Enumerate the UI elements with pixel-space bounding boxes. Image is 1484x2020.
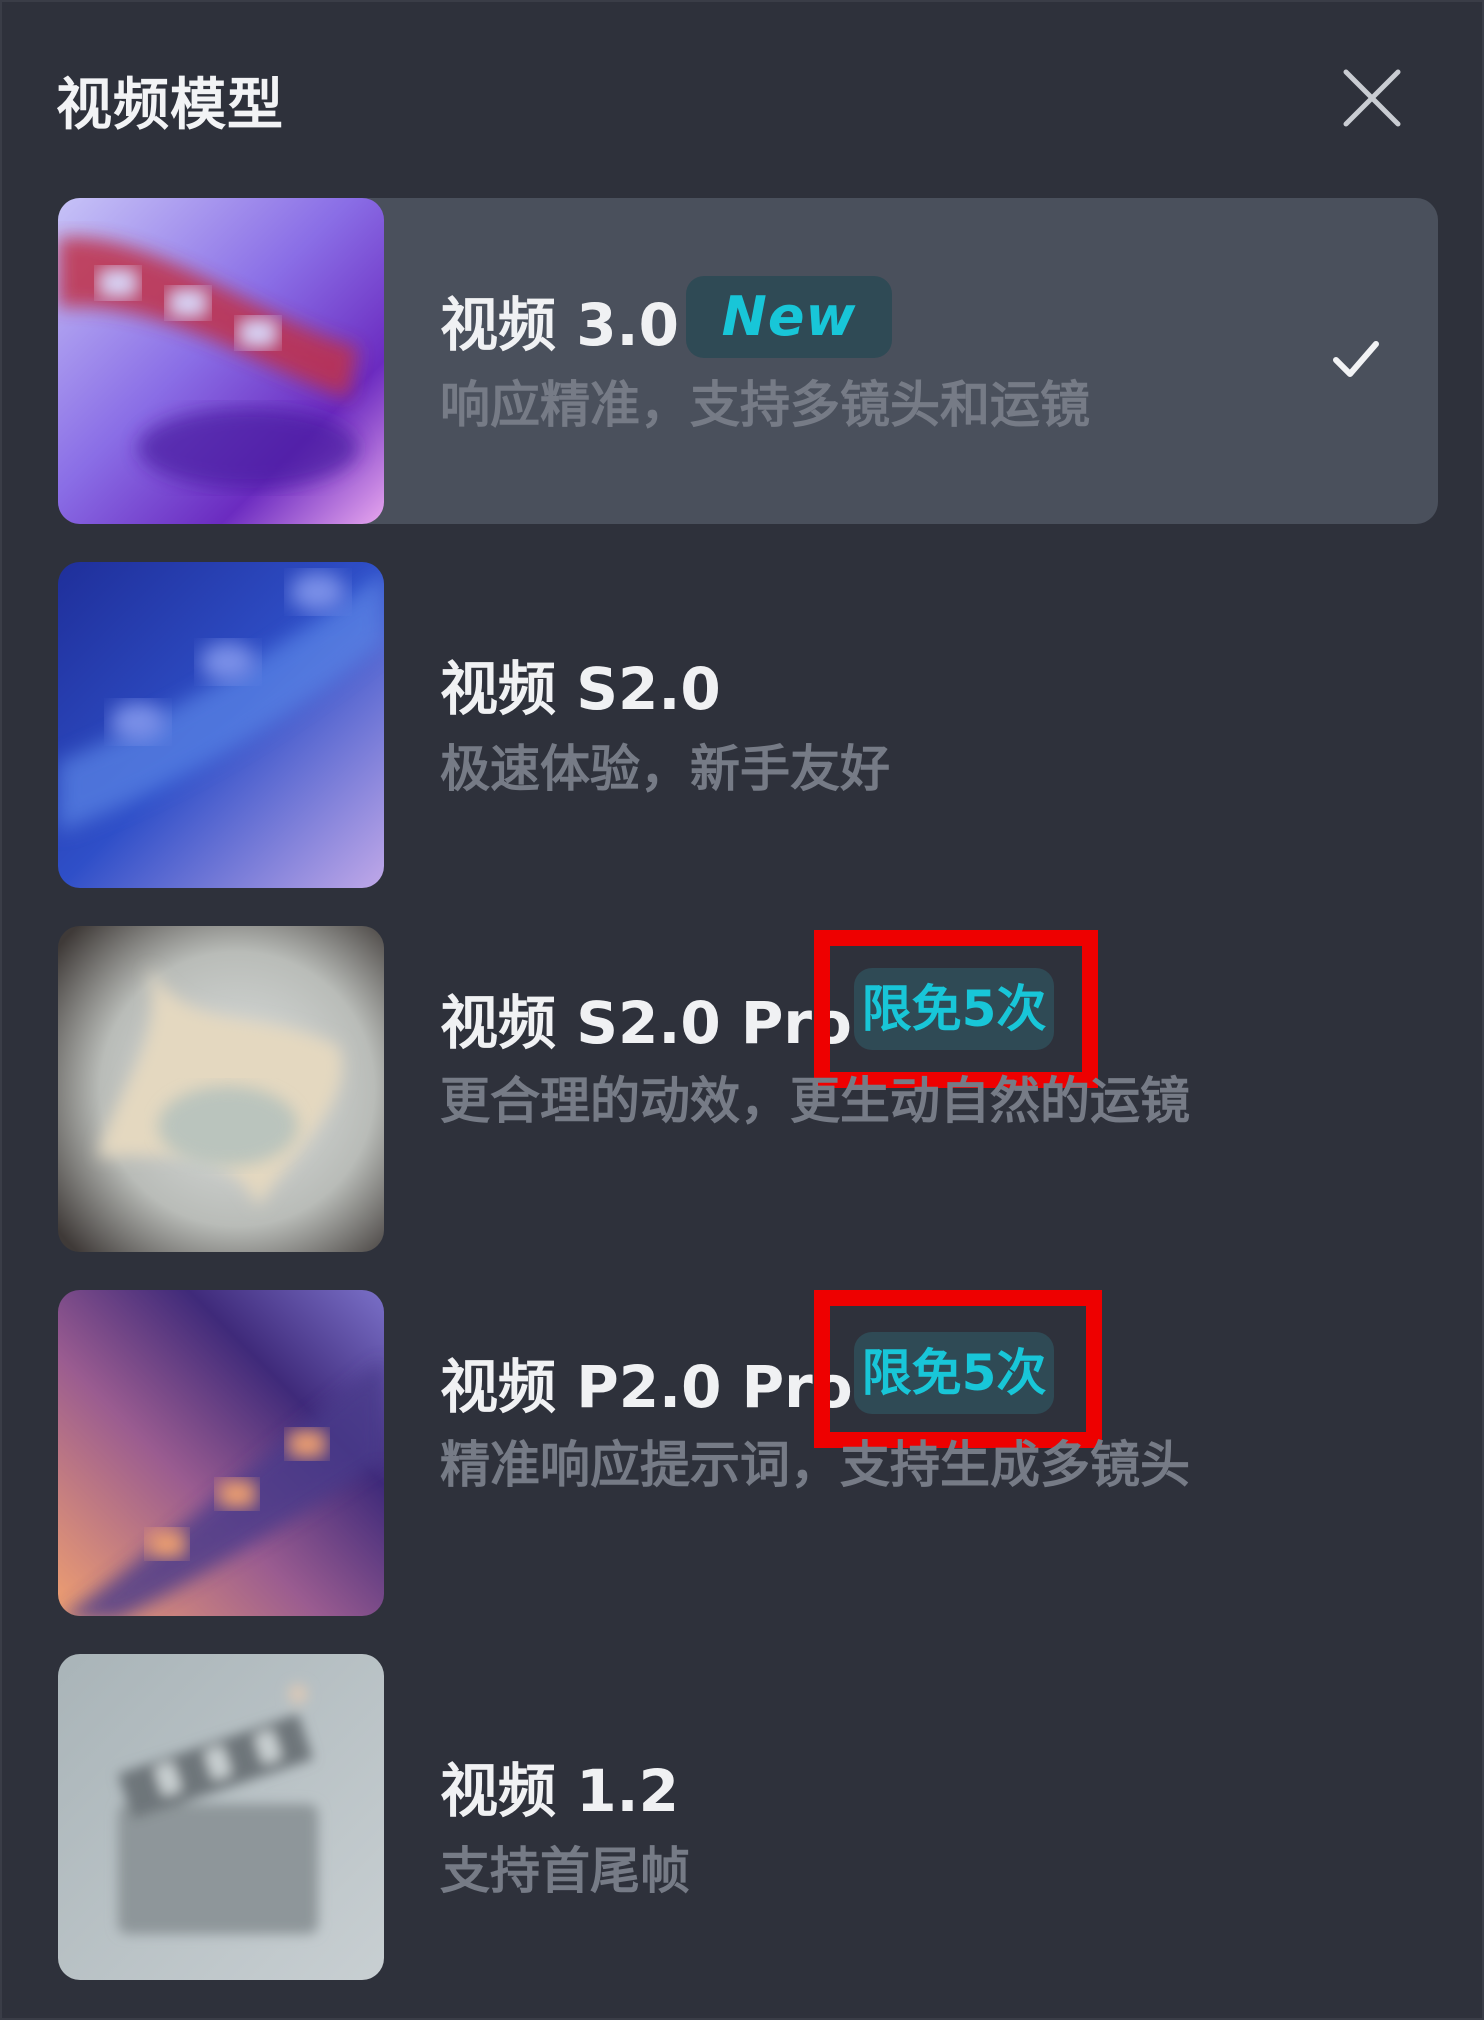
model-option-video-s2-0[interactable]: 视频 S2.0 极速体验，新手友好 [58, 562, 1438, 888]
model-description: 更合理的动效，更生动自然的运镜 [440, 1072, 1190, 1130]
model-option-video-3-0[interactable]: 视频 3.0 New 响应精准，支持多镜头和运镜 [58, 198, 1438, 524]
model-option-video-s2-0-pro[interactable]: 视频 S2.0 Pro 限免5次 更合理的动效，更生动自然的运镜 [58, 926, 1438, 1252]
model-thumbnail [58, 562, 384, 888]
model-option-video-1-2[interactable]: 视频 1.2 支持首尾帧 [58, 1654, 1438, 1980]
model-description: 响应精准，支持多镜头和运镜 [440, 376, 1090, 434]
model-name: 视频 S2.0 [440, 655, 721, 723]
model-name: 视频 S2.0 Pro [440, 989, 852, 1057]
model-thumbnail [58, 1290, 384, 1616]
model-thumbnail [58, 198, 384, 524]
model-description: 极速体验，新手友好 [440, 740, 890, 798]
checkmark-icon [1328, 330, 1384, 386]
model-description: 精准响应提示词，支持生成多镜头 [440, 1436, 1190, 1494]
new-badge: New [686, 276, 892, 358]
model-thumbnail [58, 1654, 384, 1980]
video-model-panel: 视频模型 视频 3.0 New 响应精准，支持多镜头和运镜 视频 S2.0 极速… [0, 0, 1484, 2020]
close-icon[interactable] [1338, 64, 1406, 132]
model-description: 支持首尾帧 [440, 1842, 690, 1900]
model-option-video-p2-0-pro[interactable]: 视频 P2.0 Pro 限免5次 精准响应提示词，支持生成多镜头 [58, 1290, 1438, 1616]
model-name: 视频 3.0 [440, 291, 679, 359]
model-name: 视频 1.2 [440, 1757, 679, 1825]
model-name: 视频 P2.0 Pro [440, 1353, 853, 1421]
model-thumbnail [58, 926, 384, 1252]
highlight-box [814, 1290, 1102, 1448]
panel-title: 视频模型 [56, 73, 284, 138]
